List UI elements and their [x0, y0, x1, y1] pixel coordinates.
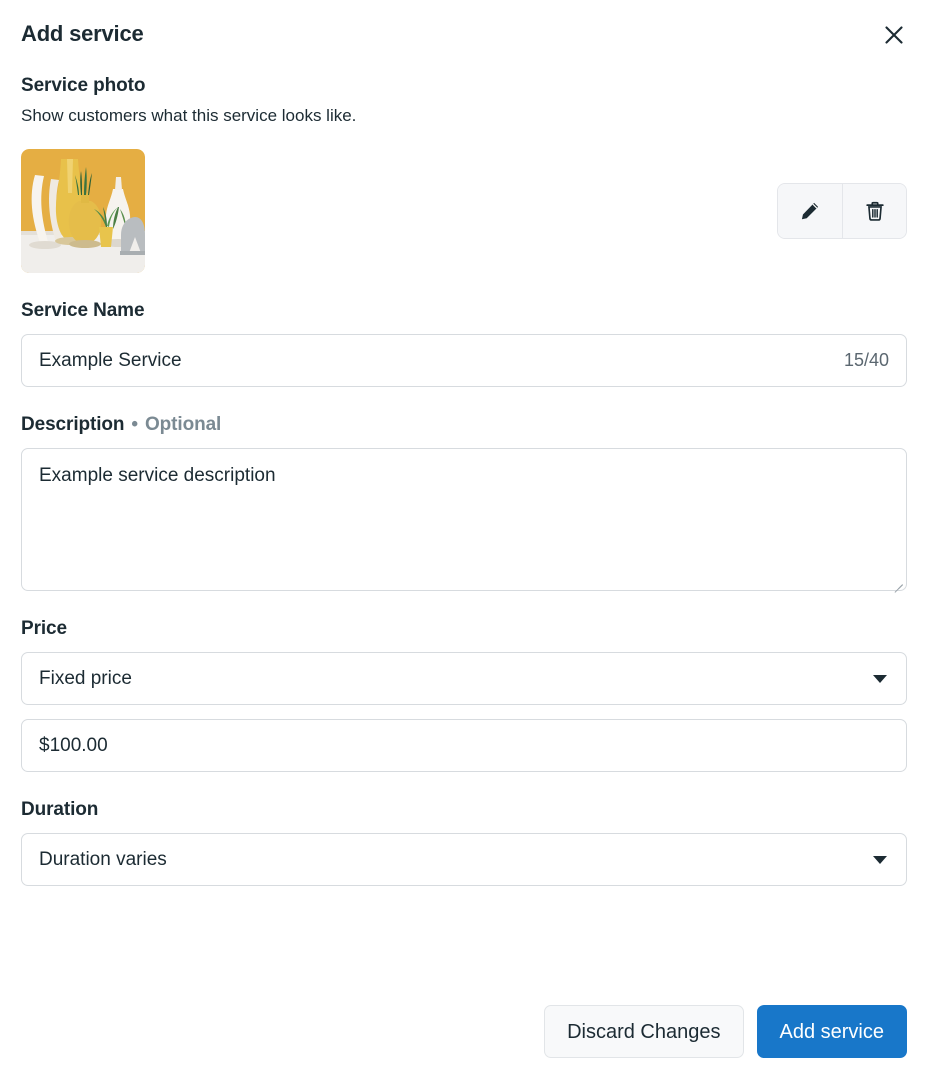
service-photo-row [21, 149, 907, 273]
service-photo-section: Service photo Show customers what this s… [21, 74, 907, 273]
delete-photo-button[interactable] [842, 184, 906, 238]
duration-field: Duration Duration varies [21, 798, 907, 886]
service-name-label: Service Name [21, 300, 145, 321]
service-name-input[interactable] [39, 348, 832, 373]
description-field: Description • Optional [21, 413, 907, 593]
pencil-icon [799, 200, 821, 222]
modal-header: Add service [21, 0, 907, 52]
close-button[interactable] [877, 18, 911, 52]
description-label-text: Description [21, 414, 125, 435]
modal-footer: Discard Changes Add service [21, 1005, 907, 1058]
price-amount-input-wrap[interactable] [21, 719, 907, 772]
discard-changes-button[interactable]: Discard Changes [544, 1005, 744, 1058]
resize-handle-icon[interactable] [890, 574, 903, 593]
add-service-modal: Add service Service photo Show customers… [0, 0, 928, 1080]
trash-icon [864, 200, 886, 222]
close-icon [883, 24, 905, 46]
duration-value: Duration varies [39, 848, 167, 870]
price-field: Price Fixed price [21, 617, 907, 772]
duration-select[interactable]: Duration varies [21, 833, 907, 886]
price-type-value: Fixed price [39, 667, 132, 689]
description-label: Description • Optional [21, 413, 907, 437]
price-type-select[interactable]: Fixed price [21, 652, 907, 705]
edit-photo-button[interactable] [778, 184, 842, 238]
page-title: Add service [21, 21, 144, 46]
service-name-char-counter: 15/40 [843, 350, 889, 370]
label-separator-dot: • [131, 414, 138, 435]
add-service-button[interactable]: Add service [756, 1005, 907, 1058]
service-photo-thumbnail[interactable] [21, 149, 145, 273]
price-label: Price [21, 618, 67, 639]
service-name-input-wrap[interactable]: 15/40 [21, 334, 907, 387]
chevron-down-icon [873, 674, 887, 683]
description-textarea-wrap[interactable] [21, 448, 907, 593]
service-name-field: Service Name 15/40 [21, 299, 907, 387]
image-actions-group [777, 183, 907, 239]
chevron-down-icon [873, 855, 887, 864]
duration-label: Duration [21, 799, 99, 820]
service-photo-description: Show customers what this service looks l… [21, 106, 357, 125]
service-photo-heading: Service photo [21, 75, 146, 96]
description-textarea[interactable] [39, 464, 889, 575]
description-optional-badge: Optional [144, 414, 222, 435]
price-amount-input[interactable] [39, 733, 889, 758]
